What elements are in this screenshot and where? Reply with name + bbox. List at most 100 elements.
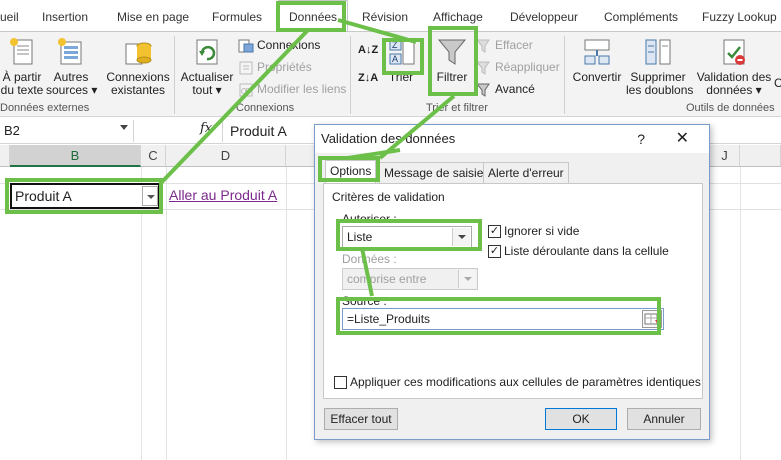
clear-filter-button[interactable]: Effacer	[475, 35, 533, 55]
options-panel: Critères de validation Autoriser : Liste…	[323, 183, 703, 399]
ribbon-tabs: ueil Insertion Mise en page Formules Don…	[0, 0, 781, 32]
text-to-columns-button[interactable]: Convertir	[570, 36, 624, 84]
consolidate-button[interactable]: C	[774, 77, 781, 90]
ribbon: À partir du texte Autres sources ▾ Conne…	[0, 31, 781, 117]
reapply-icon	[475, 60, 492, 76]
column-header-k[interactable]	[740, 145, 781, 167]
tab-formules[interactable]: Formules	[212, 0, 262, 32]
tab-complements[interactable]: Compléments	[604, 0, 678, 32]
group-sort-filter-label: Trier et filtrer	[426, 102, 488, 114]
ignore-blank-label: Ignorer si vide	[504, 224, 580, 238]
ribbon-separator	[564, 36, 565, 114]
data-validation-dialog: Validation des données ? ✕ Options Messa…	[314, 124, 710, 440]
svg-text:Z: Z	[392, 40, 398, 50]
ribbon-separator	[174, 36, 175, 114]
source-input[interactable]: =Liste_Produits	[342, 308, 664, 330]
column-header-e[interactable]	[286, 145, 316, 167]
tab-mise-en-page[interactable]: Mise en page	[117, 0, 189, 32]
data-validation-icon	[718, 36, 750, 68]
tab-revision[interactable]: Révision	[362, 0, 408, 32]
other-sources-button[interactable]: Autres sources ▾	[46, 36, 98, 97]
close-icon[interactable]: ✕	[676, 125, 689, 153]
from-text-button[interactable]: À partir du texte	[0, 36, 44, 97]
remove-duplicates-button[interactable]: Supprimer les doublons	[626, 36, 694, 97]
column-header-c[interactable]: C	[141, 145, 166, 167]
group-external-data-label: Données externes	[0, 102, 90, 114]
clear-filter-label: Effacer	[495, 38, 533, 52]
apply-all-checkbox[interactable]	[334, 376, 347, 389]
help-icon[interactable]: ?	[637, 125, 645, 153]
other-sources-label-2: sources ▾	[46, 83, 98, 97]
advanced-filter-icon	[475, 82, 492, 98]
edit-links-button[interactable]: Modifier les liens	[238, 79, 346, 99]
clear-all-button[interactable]: Effacer tout	[324, 408, 398, 430]
properties-label: Propriétés	[257, 60, 312, 74]
ignore-blank-checkbox[interactable]: ✓	[488, 225, 501, 238]
existing-connections-label-1: Connexions	[106, 70, 170, 84]
name-box[interactable]: B2	[0, 120, 134, 142]
remove-duplicates-label-2: les doublons	[626, 83, 694, 97]
sort-icon: ZA	[386, 36, 418, 68]
data-label: Données :	[342, 252, 397, 266]
data-select-value: comprise entre	[347, 272, 427, 286]
funnel-icon	[436, 36, 468, 68]
reapply-button[interactable]: Réappliquer	[475, 57, 560, 77]
sort-asc-button[interactable]: A↓Z	[358, 40, 378, 60]
from-text-label-2: du texte	[0, 83, 44, 97]
edit-links-label: Modifier les liens	[257, 82, 347, 96]
cancel-button[interactable]: Annuler	[627, 408, 701, 430]
allow-label: Autoriser :	[342, 212, 397, 226]
gridline	[286, 167, 287, 460]
column-header-a[interactable]	[0, 145, 10, 167]
insert-function-icon[interactable]: fx	[200, 121, 212, 136]
in-cell-dropdown-checkbox[interactable]: ✓	[488, 245, 501, 258]
allow-select[interactable]: Liste	[342, 226, 472, 248]
ribbon-separator	[350, 36, 351, 114]
cell-b2[interactable]: Produit A	[10, 183, 160, 209]
hyperlink-produit-a[interactable]: Aller au Produit A	[169, 187, 277, 203]
remove-duplicates-label-1: Supprimer	[630, 70, 686, 84]
sort-button[interactable]: ZA Trier	[386, 36, 416, 84]
name-box-dropdown-icon[interactable]	[120, 125, 128, 130]
clear-filter-icon	[475, 38, 492, 54]
group-connections-label: Connexions	[236, 102, 295, 114]
formula-input[interactable]: Produit A	[222, 120, 287, 142]
allow-select-value: Liste	[347, 230, 373, 244]
tab-accueil[interactable]: ueil	[0, 0, 19, 32]
gridline	[141, 167, 142, 460]
filter-button[interactable]: Filtrer	[430, 36, 474, 84]
advanced-filter-button[interactable]: Avancé	[475, 79, 535, 99]
existing-connections-button[interactable]: Connexions existantes	[104, 36, 172, 97]
data-select[interactable]: comprise entre	[342, 268, 478, 290]
refresh-icon	[191, 36, 223, 68]
tab-insertion[interactable]: Insertion	[42, 0, 88, 32]
refresh-all-label-1: Actualiser	[180, 70, 234, 84]
range-selector-icon[interactable]	[642, 310, 662, 328]
sort-desc-button[interactable]: Z↓A	[358, 68, 378, 88]
column-header-d[interactable]: D	[166, 145, 286, 167]
reapply-label: Réappliquer	[495, 60, 560, 74]
column-header-b[interactable]: B	[10, 145, 141, 167]
dialog-title-bar: Validation des données	[315, 125, 709, 153]
gridline	[740, 167, 741, 460]
criteria-heading: Critères de validation	[332, 190, 445, 204]
refresh-all-button[interactable]: Actualiser tout ▾	[180, 36, 234, 97]
column-header-j[interactable]: J	[710, 145, 740, 167]
properties-button[interactable]: Propriétés	[238, 57, 312, 77]
source-label: Source :	[342, 294, 387, 308]
connections-button[interactable]: Connexions	[238, 35, 320, 55]
cell-dropdown-button[interactable]	[142, 186, 158, 206]
existing-connections-icon	[122, 36, 154, 68]
tab-fuzzy-lookup[interactable]: Fuzzy Lookup	[702, 0, 777, 32]
sort-desc-icon: Z↓A	[358, 72, 379, 84]
tab-input-message[interactable]: Message de saisie	[379, 162, 489, 183]
tab-affichage[interactable]: Affichage	[433, 0, 483, 32]
ok-button[interactable]: OK	[545, 408, 617, 430]
tab-donnees[interactable]: Données	[278, 0, 349, 32]
data-validation-label-1: Validation des	[696, 70, 772, 84]
tab-error-alert[interactable]: Alerte d'erreur	[483, 162, 569, 183]
tab-developpeur[interactable]: Développeur	[510, 0, 578, 32]
tab-options[interactable]: Options	[325, 160, 377, 183]
data-validation-button[interactable]: Validation des données ▾	[694, 36, 774, 97]
group-data-tools-label: Outils de données	[686, 102, 775, 114]
